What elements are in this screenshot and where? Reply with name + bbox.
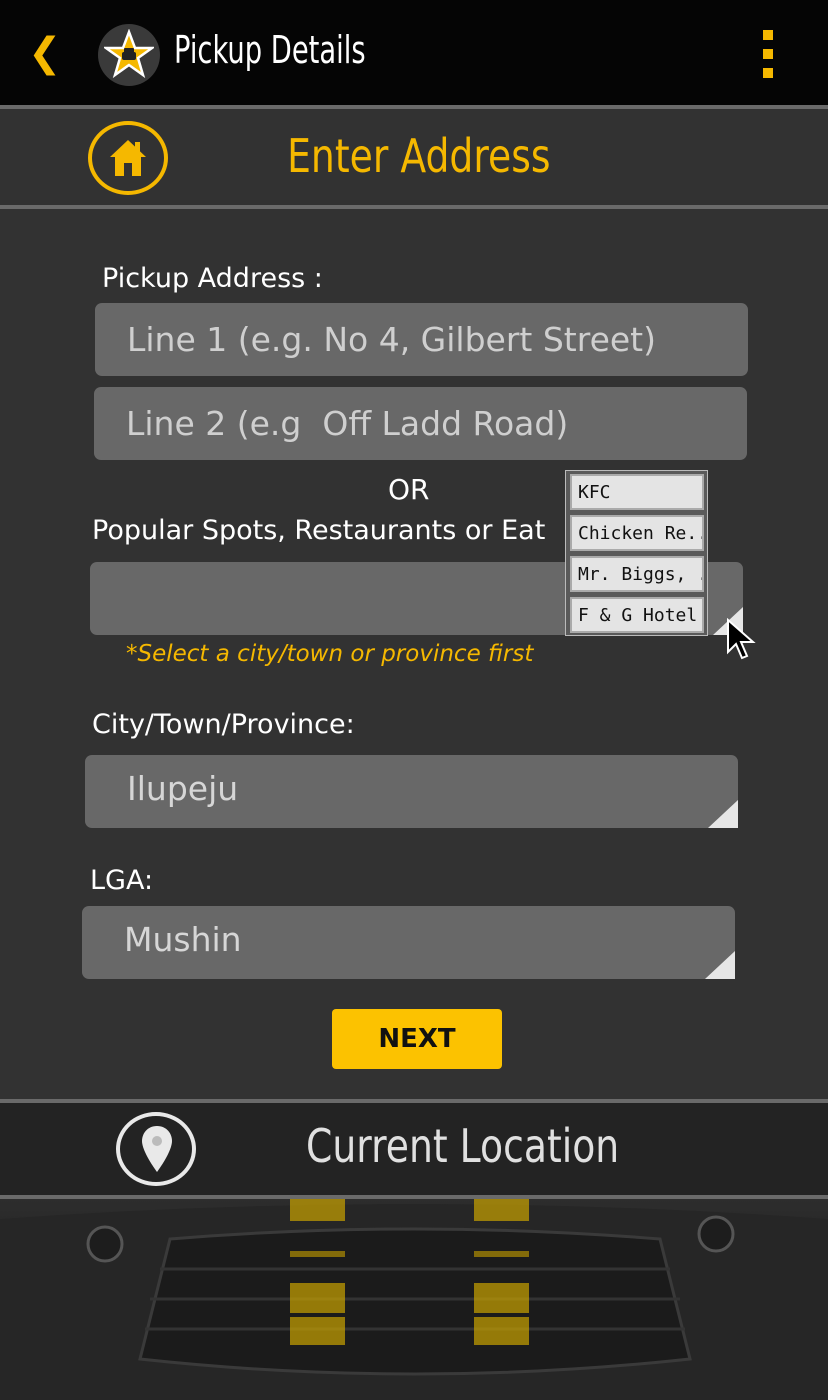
popular-spots-label: Popular Spots, Restaurants or Eat (92, 515, 546, 546)
city-label: City/Town/Province: (92, 709, 355, 740)
car-front-image (0, 1199, 828, 1400)
address-line1-input[interactable] (95, 303, 748, 376)
dropdown-option[interactable]: F & G Hotel (570, 597, 704, 633)
taxi-star-icon (98, 24, 160, 86)
section-title: Enter Address (287, 129, 551, 183)
or-separator: OR (388, 473, 430, 506)
form-area: Pickup Address : OR Popular Spots, Resta… (0, 209, 828, 1099)
dropdown-corner-icon (708, 800, 738, 828)
pickup-address-label: Pickup Address : (102, 263, 323, 294)
mouse-cursor-icon (726, 617, 756, 664)
back-chevron-icon[interactable]: ❮ (28, 28, 62, 78)
dropdown-corner-icon (705, 951, 735, 979)
location-pin-icon (116, 1112, 196, 1186)
more-vertical-icon[interactable] (756, 30, 780, 78)
lga-value: Mushin (124, 920, 242, 959)
spots-hint: *Select a city/town or province first (126, 641, 534, 667)
current-location-button[interactable]: Current Location (0, 1103, 828, 1195)
address-line2-input[interactable] (94, 387, 747, 460)
lga-label: LGA: (90, 865, 154, 896)
app-bar: ❮ Pickup Details (0, 0, 828, 105)
dropdown-option[interactable]: KFC (570, 474, 704, 510)
city-value: Ilupeju (127, 769, 239, 808)
current-location-label: Current Location (306, 1119, 620, 1173)
next-button[interactable]: NEXT (332, 1009, 502, 1069)
app-title: Pickup Details (174, 28, 366, 72)
city-select[interactable]: Ilupeju (85, 755, 738, 828)
spots-dropdown-popup: KFC Chicken Re... Mr. Biggs, ... F & G H… (565, 470, 708, 636)
lga-select[interactable]: Mushin (82, 906, 735, 979)
dropdown-option[interactable]: Chicken Re... (570, 515, 704, 551)
dropdown-option[interactable]: Mr. Biggs, ... (570, 556, 704, 592)
